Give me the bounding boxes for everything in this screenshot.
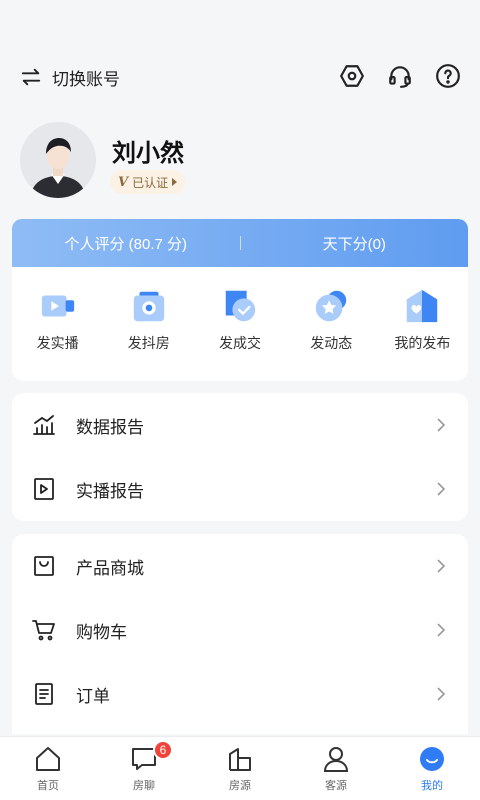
triangle-right-icon bbox=[172, 178, 178, 186]
unread-badge: 6 bbox=[153, 740, 173, 760]
menu-item-label: 购物车 bbox=[76, 622, 127, 642]
menu-item-live-report[interactable]: 实播报告 bbox=[12, 457, 468, 521]
menu-item-data-report[interactable]: 数据报告 bbox=[12, 393, 468, 457]
menu-item-cart[interactable]: 购物车 bbox=[12, 598, 468, 662]
verified-label: 已认证 bbox=[132, 175, 169, 190]
settings-button[interactable] bbox=[338, 62, 366, 90]
switch-account-label: 切换账号 bbox=[52, 69, 120, 89]
bottom-tab-bar: 首页 6 房聊 房源 客源 我的 bbox=[0, 736, 480, 800]
quick-action-label: 发动态 bbox=[310, 335, 353, 351]
menu-item-label: 实播报告 bbox=[76, 481, 144, 501]
quick-action-label: 发实播 bbox=[36, 335, 79, 351]
menu-item-label: 订单 bbox=[76, 686, 110, 706]
headset-icon bbox=[389, 66, 411, 88]
deal-icon bbox=[225, 290, 256, 322]
verified-badge[interactable]: V 已认证 bbox=[110, 170, 186, 194]
quick-action-moment[interactable]: 发动态 bbox=[286, 287, 377, 381]
quick-action-deal[interactable]: 发成交 bbox=[194, 287, 285, 381]
quick-action-douyin-house[interactable]: 发抖房 bbox=[103, 287, 194, 381]
help-button[interactable] bbox=[434, 62, 462, 90]
chevron-right-icon bbox=[437, 418, 446, 432]
menu-item-label: 产品商城 bbox=[76, 558, 144, 578]
quick-actions-card: 发实播 发抖房 发成交 发动态 我的发布 bbox=[12, 267, 468, 381]
home-icon bbox=[36, 747, 60, 771]
score-bar: 个人评分 (80.7 分) 天下分(0) bbox=[12, 219, 468, 267]
chevron-right-icon bbox=[437, 559, 446, 573]
personal-score[interactable]: 个人评分 (80.7 分) bbox=[12, 233, 240, 254]
tab-label: 房源 bbox=[229, 780, 251, 792]
settings-hexagon-icon bbox=[340, 65, 364, 87]
tab-label: 房聊 bbox=[133, 780, 155, 792]
quick-action-my-posts[interactable]: 我的发布 bbox=[377, 287, 468, 381]
menu-item-label: 数据报告 bbox=[76, 417, 144, 437]
switch-account-button[interactable]: 切换账号 bbox=[20, 62, 120, 92]
tab-house-chat[interactable]: 6 房聊 bbox=[96, 737, 192, 800]
menu-item-product-mall[interactable]: 产品商城 bbox=[12, 534, 468, 598]
user-name: 刘小然 bbox=[112, 140, 184, 167]
my-post-icon bbox=[407, 289, 438, 323]
world-score[interactable]: 天下分(0) bbox=[241, 233, 469, 254]
smile-icon bbox=[420, 747, 444, 771]
cart-icon bbox=[32, 620, 55, 641]
quick-action-label: 发抖房 bbox=[127, 335, 170, 351]
menu-item-orders[interactable]: 订单 bbox=[12, 662, 468, 726]
tab-label: 首页 bbox=[37, 780, 59, 792]
profile-header: 切换账号 刘小然 V 已认证 bbox=[0, 0, 480, 215]
order-icon bbox=[35, 683, 53, 705]
shop-menu-card: 产品商城 购物车 订单 bbox=[12, 534, 468, 734]
live-video-icon bbox=[41, 295, 74, 317]
avatar[interactable] bbox=[20, 122, 96, 198]
person-icon bbox=[323, 747, 349, 772]
tab-clients[interactable]: 客源 bbox=[288, 737, 384, 800]
chevron-right-icon bbox=[437, 482, 446, 496]
shopping-bag-icon bbox=[34, 556, 54, 576]
chart-icon bbox=[33, 415, 55, 435]
tab-label: 我的 bbox=[421, 780, 443, 792]
customer-service-button[interactable] bbox=[386, 62, 414, 90]
star-bubble-icon bbox=[316, 290, 347, 322]
report-menu-card: 数据报告 实播报告 bbox=[12, 393, 468, 521]
question-icon bbox=[436, 64, 460, 88]
quick-action-live[interactable]: 发实播 bbox=[12, 287, 103, 381]
chevron-right-icon bbox=[437, 623, 446, 637]
verify-v-icon: V bbox=[118, 174, 129, 190]
tab-listings[interactable]: 房源 bbox=[192, 737, 288, 800]
tab-label: 客源 bbox=[325, 780, 347, 792]
quick-action-label: 我的发布 bbox=[394, 335, 451, 351]
quick-action-label: 发成交 bbox=[219, 335, 261, 351]
tab-home[interactable]: 首页 bbox=[0, 737, 96, 800]
tab-mine[interactable]: 我的 bbox=[384, 737, 480, 800]
user-avatar-icon bbox=[20, 122, 96, 198]
building-icon bbox=[229, 748, 251, 771]
camera-icon bbox=[133, 291, 164, 322]
swap-arrows-icon bbox=[21, 68, 41, 86]
play-doc-icon bbox=[34, 478, 54, 500]
chevron-right-icon bbox=[437, 687, 446, 701]
